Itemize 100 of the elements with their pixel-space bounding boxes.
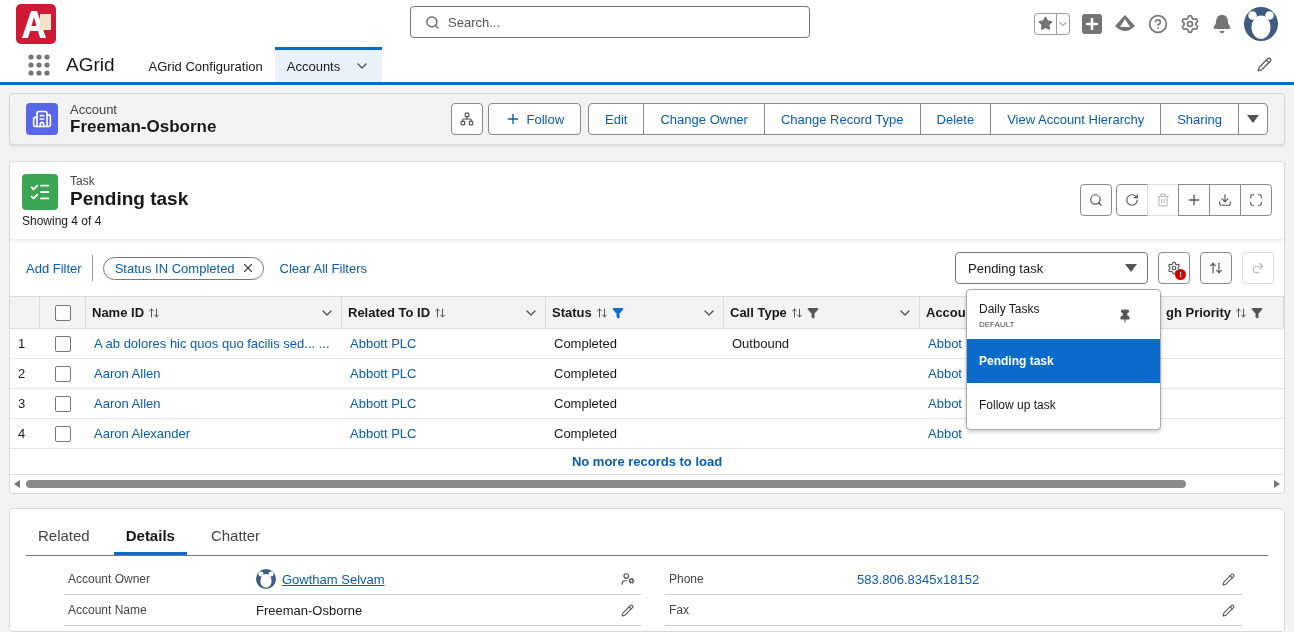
settings-button[interactable]: ! <box>1158 252 1190 284</box>
settings-icon[interactable] <box>1180 13 1200 34</box>
filter-icon[interactable] <box>806 306 819 319</box>
menu-item[interactable]: Pending task <box>967 339 1160 383</box>
task-list-icon <box>22 174 58 210</box>
follow-button[interactable]: Follow <box>487 103 582 135</box>
search-button[interactable] <box>1080 184 1112 216</box>
column-header[interactable]: Status <box>546 297 724 329</box>
menu-item[interactable]: Follow up task <box>967 383 1160 427</box>
action-button[interactable]: View Account Hierarchy <box>990 103 1162 135</box>
row-number: 2 <box>10 359 40 389</box>
caret-icon <box>1247 115 1259 123</box>
checkbox[interactable] <box>55 395 71 412</box>
change-owner-icon[interactable] <box>621 572 635 586</box>
expand-icon <box>1249 193 1263 207</box>
action-button[interactable]: Sharing <box>1160 103 1239 135</box>
plus-icon <box>1186 192 1202 208</box>
table-cell[interactable]: Abbott PLC <box>342 329 546 359</box>
scroll-left-icon[interactable] <box>14 480 20 488</box>
action-button[interactable]: Change Owner <box>643 103 765 135</box>
table-cell[interactable]: Aaron Alexander <box>86 419 342 449</box>
more-actions-button[interactable] <box>1238 103 1268 135</box>
owner-link[interactable]: Gowtham Selvam <box>282 571 385 587</box>
help-icon[interactable] <box>1148 13 1168 34</box>
edit-icon[interactable] <box>1257 57 1272 72</box>
record-name: Freeman-Osborne <box>70 116 217 137</box>
column-header[interactable]: Related To ID <box>342 297 546 329</box>
table-cell: Completed <box>546 359 724 389</box>
pin-icon[interactable] <box>1118 308 1132 323</box>
alert-badge: ! <box>1175 269 1186 280</box>
user-avatar[interactable] <box>1244 6 1278 41</box>
app-launcher-icon[interactable] <box>28 53 50 76</box>
clear-filters-link[interactable]: Clear All Filters <box>279 260 367 276</box>
table-cell[interactable]: Aaron Allen <box>86 359 342 389</box>
table-cell[interactable]: Abbott PLC <box>342 359 546 389</box>
caret-icon <box>1125 264 1137 272</box>
refresh-icon <box>1125 193 1139 207</box>
search-field[interactable]: Search... <box>410 6 810 38</box>
edit-icon[interactable] <box>1222 603 1235 617</box>
tab[interactable]: Related <box>26 521 102 555</box>
menu-item[interactable]: Daily Tasks DEFAULT <box>967 292 1160 339</box>
add-filter-link[interactable]: Add Filter <box>26 260 82 276</box>
object-label: Account <box>70 101 118 117</box>
sort-icon[interactable] <box>434 306 447 319</box>
field-label: Phone <box>669 572 705 586</box>
edit-icon[interactable] <box>1222 572 1235 586</box>
table-cell[interactable]: Abbott PLC <box>342 419 546 449</box>
sort-icon[interactable] <box>1235 306 1247 319</box>
table-cell: Completed <box>546 329 724 359</box>
action-button[interactable]: Delete <box>919 103 992 135</box>
scroll-right-icon[interactable] <box>1274 480 1280 488</box>
field-value: Freeman-Osborne <box>256 602 364 618</box>
app-logo <box>16 3 56 44</box>
edit-icon[interactable] <box>621 603 634 617</box>
table-cell[interactable]: Aaron Allen <box>86 389 342 419</box>
field-label: Fax <box>669 603 690 617</box>
column-header[interactable]: Call Type <box>724 297 920 329</box>
action-button[interactable]: Edit <box>588 103 645 135</box>
trash-icon <box>1156 193 1170 207</box>
row-number: 1 <box>10 329 40 359</box>
grid-title: Pending task <box>70 188 189 210</box>
filter-icon[interactable] <box>611 306 624 319</box>
trailhead-icon[interactable] <box>1114 13 1136 34</box>
add-icon[interactable] <box>1082 13 1102 34</box>
delete-button[interactable] <box>1147 184 1179 216</box>
hierarchy-button[interactable] <box>450 103 483 135</box>
table-cell: Completed <box>546 389 724 419</box>
column-header[interactable]: Name ID <box>86 297 342 329</box>
tab[interactable]: Details <box>113 521 187 555</box>
table-cell[interactable]: A ab dolores hic quos quo facilis sed... ... <box>86 329 342 359</box>
view-select[interactable]: Pending task <box>955 252 1148 284</box>
sort-icon <box>1209 261 1223 275</box>
field-label: Account Name <box>68 603 148 617</box>
sort-icon[interactable] <box>595 306 608 319</box>
notifications-icon[interactable] <box>1212 13 1232 34</box>
record-count: Showing 4 of 4 <box>22 214 103 228</box>
tab[interactable]: Chatter <box>198 521 273 555</box>
checkbox[interactable] <box>54 304 71 321</box>
scrollbar[interactable] <box>26 480 1186 488</box>
favorites-button[interactable] <box>1034 12 1070 35</box>
table-cell[interactable]: Abbott PLC <box>342 389 546 419</box>
load-status: No more records to load <box>10 449 1284 475</box>
action-button[interactable]: Change Record Type <box>763 103 921 135</box>
sort-button[interactable] <box>1200 252 1232 284</box>
nav-tab[interactable]: AGrid Configuration <box>136 47 275 82</box>
nav-tab[interactable]: Accounts <box>274 47 383 82</box>
download-button[interactable] <box>1209 184 1241 216</box>
table-cell: Completed <box>546 419 724 449</box>
expand-button[interactable] <box>1240 184 1272 216</box>
checkbox[interactable] <box>55 365 71 382</box>
checkbox[interactable] <box>55 425 71 442</box>
sort-icon[interactable] <box>148 306 161 319</box>
filter-icon[interactable] <box>1251 306 1263 319</box>
refresh-button[interactable] <box>1116 184 1148 216</box>
checkbox[interactable] <box>55 335 71 352</box>
phone-link[interactable]: 583.806.8345x18152 <box>857 571 1222 587</box>
sort-icon[interactable] <box>790 306 803 319</box>
settings-icon <box>1167 261 1181 275</box>
add-button[interactable] <box>1178 184 1210 216</box>
star-icon <box>1038 16 1053 31</box>
